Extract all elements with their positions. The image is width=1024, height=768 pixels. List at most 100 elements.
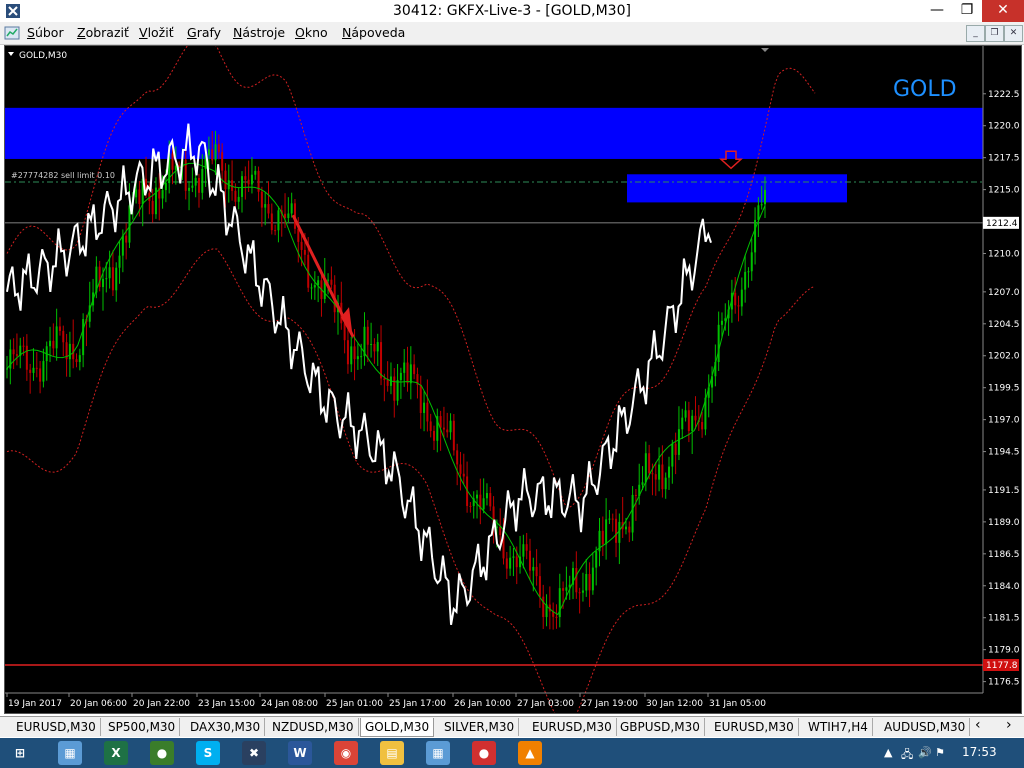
candle-body (555, 616, 558, 618)
minimize-button[interactable]: — (922, 0, 952, 22)
explorer-icon[interactable]: ▤ (380, 741, 404, 765)
candle-body (396, 380, 399, 401)
candle-body (406, 362, 409, 384)
symbol-tab[interactable]: EURUSD,M30 (528, 718, 617, 736)
word-icon[interactable]: W (288, 741, 312, 765)
windows-start-icon[interactable]: ⊞ (8, 741, 32, 765)
candle-body (101, 278, 104, 288)
candle-body (562, 588, 565, 591)
price-tick-label: 1204.5 (988, 320, 1020, 330)
taskbar: ⊞ ▦ X ● S ✖ W ◉ ▤ ▦ ● ▲ ▲ 🖧 🔊 ⚑ 17:53 (0, 738, 1024, 768)
menu-napoveda[interactable]: Nápoveda (342, 25, 405, 40)
candle-body (366, 326, 369, 345)
flag-icon[interactable]: ⚑ (935, 746, 945, 759)
symbol-tab[interactable]: DAX30,M30 (186, 718, 266, 736)
chrome-icon[interactable]: ◉ (334, 741, 358, 765)
earth-icon[interactable]: ● (150, 741, 174, 765)
menu-zobrazit[interactable]: Zobraziť (77, 25, 129, 40)
menu-okno[interactable]: Okno (295, 25, 328, 40)
candle-body (303, 249, 306, 255)
skype-icon[interactable]: S (196, 741, 220, 765)
candle-body (489, 493, 492, 507)
candle-body (260, 191, 263, 208)
candle-body (641, 482, 644, 485)
symbol-tab[interactable]: AUDUSD,M30 (880, 718, 971, 736)
price-tick-label: 1186.5 (988, 550, 1020, 560)
price-tick-label: 1202.0 (988, 352, 1020, 362)
candle-body (350, 346, 353, 365)
time-tick-label: 26 Jan 10:00 (454, 699, 511, 709)
candle-body (509, 557, 512, 569)
candle-body (217, 144, 220, 153)
symbol-tab[interactable]: GOLD,M30 (360, 718, 435, 737)
candle-body (310, 287, 313, 289)
network-icon[interactable]: 🖧 (901, 746, 913, 765)
tab-scroll-left-button[interactable]: ‹ (975, 717, 981, 733)
price-chart[interactable]: GOLD #27774282 sell limit 0.10 1222.5 1220.… (5, 46, 1021, 713)
candle-body (327, 279, 330, 281)
excel-icon[interactable]: X (104, 741, 128, 765)
candle-body (409, 364, 412, 384)
price-tick-label: 1220.0 (988, 122, 1020, 132)
candle-body (737, 305, 740, 307)
trend-arrow-head (341, 307, 353, 340)
price-tick-label: 1176.5 (988, 678, 1020, 688)
symbol-tab-bar: EURUSD,M30 SP500,M30 DAX30,M30 NZDUSD,M30 GO… (0, 716, 1024, 737)
symbol-tab[interactable]: SP500,M30 (104, 718, 181, 736)
candle-body (439, 416, 442, 428)
candle-body (78, 355, 81, 363)
symbol-tab[interactable]: EURUSD,M30 (710, 718, 799, 736)
candle-body (111, 267, 114, 291)
mdi-minimize-button[interactable]: _ (966, 25, 985, 42)
candle-body (423, 402, 426, 413)
menu-nastroje[interactable]: Nástroje (233, 25, 285, 40)
candle-body (171, 153, 174, 170)
symbol-tab[interactable]: NZDUSD,M30 (268, 718, 359, 736)
app-icon[interactable]: ● (472, 741, 496, 765)
candle-body (449, 420, 452, 433)
symbol-tab[interactable]: EURUSD,M30 (12, 718, 101, 736)
candle-body (52, 340, 55, 349)
candle-body (393, 376, 396, 401)
candle-body (356, 356, 359, 360)
price-tick-label: 1189.0 (988, 518, 1020, 528)
gallery-icon[interactable]: ▦ (58, 741, 82, 765)
volume-icon[interactable]: 🔊 (918, 746, 932, 759)
candle-body (605, 519, 608, 545)
candle-body (403, 362, 406, 373)
mdi-close-button[interactable]: ✕ (1004, 25, 1023, 42)
candle-body (426, 402, 429, 422)
menu-vlozit[interactable]: Vložiť (139, 25, 174, 40)
gallery2-icon[interactable]: ▦ (426, 741, 450, 765)
tab-scroll-right-button[interactable]: › (1006, 717, 1012, 733)
symbol-tab[interactable]: WTIH7,H4 (804, 718, 873, 736)
symbol-tab[interactable]: SILVER,M30 (440, 718, 520, 736)
menu-bar: Súbor Zobraziť Vložiť Grafy Nástroje Okno Nápo… (0, 22, 1024, 45)
candle-body (383, 378, 386, 381)
time-tick-label: 30 Jan 12:00 (646, 699, 703, 709)
chart-area[interactable]: GOLD #27774282 sell limit 0.10 1222.5 1220.… (4, 45, 1022, 714)
maximize-button[interactable]: ❐ (952, 0, 982, 22)
symbol-tab[interactable]: GBPUSD,M30 (616, 718, 705, 736)
candle-body (55, 326, 58, 349)
tray-expand-icon[interactable]: ▲ (884, 746, 892, 759)
candle-body (661, 464, 664, 490)
candle-body (535, 566, 538, 577)
candle-body (194, 177, 197, 186)
price-tick-label: 1222.5 (988, 90, 1020, 100)
metatrader-icon[interactable]: ✖ (242, 741, 266, 765)
candle-body (330, 279, 333, 285)
taskbar-clock[interactable]: 17:53 (962, 745, 997, 759)
chart-window-icon[interactable] (4, 25, 20, 41)
mdi-restore-button[interactable]: ❐ (985, 25, 1004, 42)
menu-grafy[interactable]: Grafy (187, 25, 221, 40)
candle-body (138, 189, 141, 205)
menu-subor[interactable]: Súbor (27, 25, 64, 40)
candle-body (747, 271, 750, 273)
vlc-icon[interactable]: ▲ (518, 741, 542, 765)
candle-body (677, 429, 680, 455)
candle-body (760, 204, 763, 206)
close-button[interactable]: ✕ (982, 0, 1024, 22)
channel-lower-line (6, 248, 816, 713)
candle-body (135, 189, 138, 198)
